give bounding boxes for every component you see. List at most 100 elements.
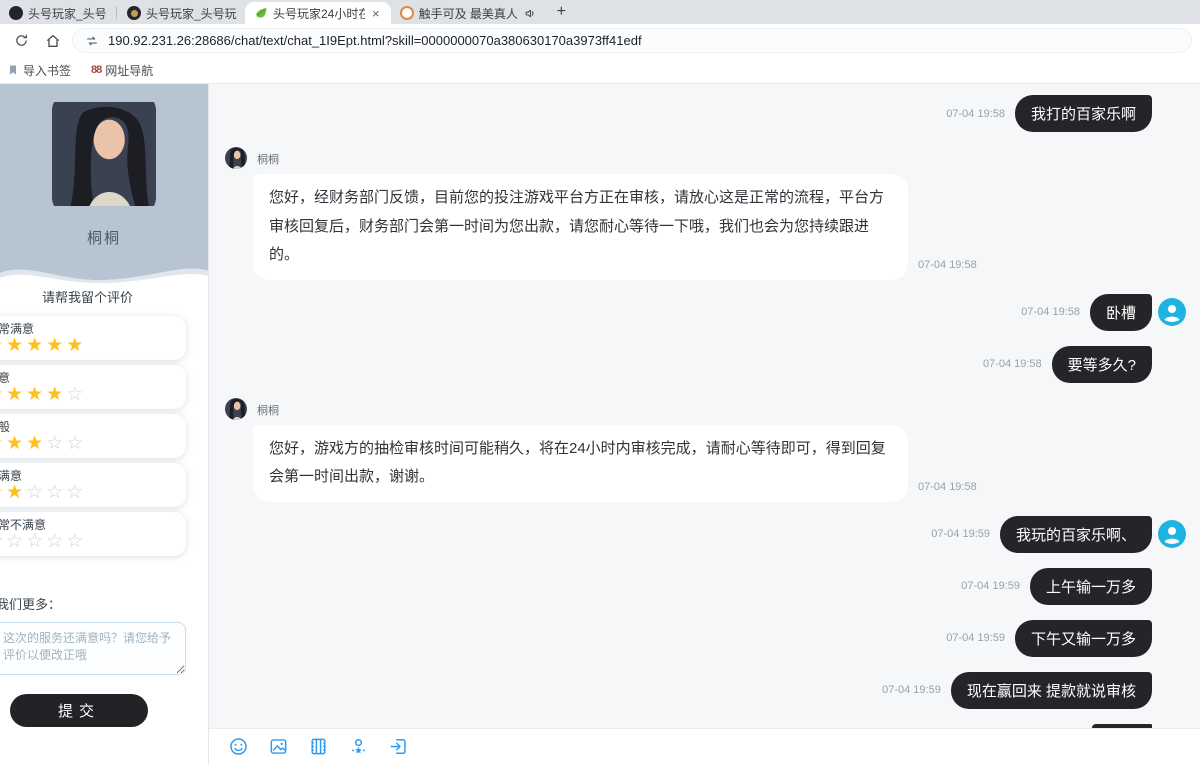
clipped-bubble (1092, 724, 1152, 728)
user-avatar-icon (1158, 520, 1186, 548)
bookmark-nav[interactable]: 88 网址导航 (91, 62, 153, 79)
bookmark-icon (7, 64, 19, 76)
chat-bubble-agent: 您好，游戏方的抽检审核时间可能稍久，将在24小时内审核完成，请耐心等待即可，得到… (253, 425, 908, 502)
nav-badge-icon: 88 (91, 64, 101, 76)
green-leaf-favicon-icon (254, 6, 268, 20)
browser-toolbar: 190.92.231.26:28686/chat/text/chat_1I9Ep… (0, 24, 1200, 57)
user-avatar-icon (1158, 298, 1186, 326)
star-icon[interactable]: ☆ (46, 531, 66, 552)
star-row: ★★☆☆☆ (0, 483, 186, 503)
timestamp: 07-04 19:58 (1021, 306, 1080, 318)
browser-chrome: 头号玩家_头号玩家游 头号玩家_头号玩家游 头号玩家24小时在 × 触手可及 最美真人 +… (0, 0, 1200, 84)
bookmarks-bar: 导入书签 88 网址导航 (0, 57, 1200, 84)
star-icon[interactable]: ★ (6, 335, 26, 356)
star-icon[interactable]: ☆ (46, 482, 66, 503)
browser-tab[interactable]: 头号玩家24小时在 × (245, 2, 391, 24)
timestamp: 07-04 19:59 (931, 528, 990, 540)
emoji-icon[interactable] (228, 736, 249, 757)
message-row-user: 07-04 19:58我打的百家乐啊 (209, 95, 1200, 132)
home-button[interactable] (40, 28, 66, 54)
bookmark-nav-label: 网址导航 (105, 62, 153, 79)
star-icon[interactable]: ★ (26, 433, 46, 454)
star-icon[interactable]: ☆ (26, 531, 46, 552)
message-row-user: 07-04 19:58要等多久? (209, 346, 1200, 383)
timestamp: 07-04 19:58 (983, 358, 1042, 370)
reload-button[interactable] (8, 28, 34, 54)
browser-tab[interactable]: 触手可及 最美真人 (391, 2, 546, 24)
message-group-agent: 桐桐您好，游戏方的抽检审核时间可能稍久，将在24小时内审核完成，请耐心等待即可，… (225, 398, 1200, 502)
star-icon[interactable]: ★ (6, 433, 26, 454)
star-icon[interactable]: ★ (26, 335, 46, 356)
star-icon[interactable]: ★ (46, 384, 66, 405)
star-row: ★★★★☆ (0, 385, 186, 405)
star-icon[interactable]: ☆ (66, 433, 86, 454)
star-icon[interactable]: ★ (6, 384, 26, 405)
star-icon[interactable]: ★ (26, 384, 46, 405)
star-icon[interactable]: ★ (66, 335, 86, 356)
chat-bubble-user: 上午输一万多 (1030, 568, 1152, 605)
agent-message-name: 桐桐 (257, 402, 977, 418)
agent-sidebar: 桐桐 请帮我留个评价 非常满意★★★★★满意★★★★☆一般★★★☆☆不满意★★☆… (0, 84, 209, 764)
agent-avatar-icon (225, 398, 247, 420)
browser-tab[interactable]: 头号玩家_头号玩家游 (118, 2, 245, 24)
chat-bubble-agent: 您好，经财务部门反馈，目前您的投注游戏平台方正在审核，请放心这是正常的流程，平台… (253, 174, 908, 280)
rating-card: 非常满意★★★★★ (0, 316, 186, 360)
chat-bubble-user: 卧槽 (1090, 294, 1152, 331)
tab-close-icon[interactable]: × (370, 6, 382, 21)
tab-title: 触手可及 最美真人 (419, 5, 519, 22)
message-scroll-area[interactable]: 07-04 19:58我打的百家乐啊桐桐您好，经财务部门反馈，目前您的投注游戏平… (209, 84, 1200, 728)
site-connection-icon (85, 34, 99, 48)
agent-profile: 桐桐 (0, 84, 208, 256)
agent-avatar-large (52, 94, 156, 214)
chat-toolbar (209, 728, 1200, 764)
chat-bubble-user: 下午又输一万多 (1015, 620, 1152, 657)
agent-name: 桐桐 (0, 227, 208, 248)
star-icon[interactable]: ☆ (66, 384, 86, 405)
agent-message-name: 桐桐 (257, 151, 977, 167)
reload-icon (14, 33, 29, 48)
rate-agent-icon[interactable] (348, 736, 369, 757)
star-icon[interactable]: ☆ (66, 482, 86, 503)
star-icon[interactable]: ★ (46, 335, 66, 356)
feedback-textarea[interactable] (0, 622, 186, 675)
video-icon[interactable] (308, 736, 329, 757)
browser-tab[interactable]: 头号玩家_头号玩家游 (0, 2, 115, 24)
bookmark-import[interactable]: 导入书签 (7, 62, 71, 79)
url-text: 190.92.231.26:28686/chat/text/chat_1I9Ep… (108, 33, 642, 48)
star-icon[interactable]: ☆ (46, 433, 66, 454)
timestamp: 07-04 19:58 (918, 481, 977, 493)
feedback-more-label: 我们更多： (0, 594, 208, 613)
star-icon[interactable]: ☆ (6, 531, 26, 552)
star-row: ★☆☆☆☆ (0, 532, 186, 552)
rating-title: 请帮我留个评价 (42, 287, 208, 306)
message-row-user: 07-04 19:59下午又输一万多 (209, 620, 1200, 657)
url-bar[interactable]: 190.92.231.26:28686/chat/text/chat_1I9Ep… (72, 28, 1192, 53)
message-row-user: 07-04 19:59 (209, 724, 1200, 729)
message-row-user: 07-04 19:59现在赢回来 提款就说审核 (209, 672, 1200, 709)
star-icon[interactable]: ☆ (66, 531, 86, 552)
orange-circle-favicon-icon (400, 6, 414, 20)
image-icon[interactable] (268, 736, 289, 757)
tab-title: 头号玩家_头号玩家游 (146, 5, 236, 22)
star-icon[interactable]: ★ (6, 482, 26, 503)
tab-title: 头号玩家24小时在 (273, 5, 365, 22)
star-row: ★★★★★ (0, 336, 186, 356)
new-tab-button[interactable]: + (546, 3, 577, 21)
message-row-user: 07-04 19:59上午输一万多 (209, 568, 1200, 605)
message-row-user: 07-04 19:59我玩的百家乐啊、 (209, 516, 1200, 553)
rating-card: 非常不满意★☆☆☆☆ (0, 512, 186, 556)
message-row-user: 07-04 19:58 卧槽 (209, 294, 1200, 331)
dark-circle-favicon-icon (9, 6, 23, 20)
wave-divider (0, 256, 209, 284)
tab-audio-icon[interactable] (524, 7, 537, 20)
home-icon (45, 33, 61, 49)
star-icon[interactable]: ☆ (26, 482, 46, 503)
tab-title: 头号玩家_头号玩家游 (28, 5, 106, 22)
exit-icon[interactable] (388, 736, 409, 757)
submit-button[interactable]: 提交 (10, 694, 148, 727)
timestamp: 07-04 19:58 (918, 259, 977, 271)
timestamp: 07-04 19:59 (882, 684, 941, 696)
agent-avatar-icon (225, 147, 247, 169)
message-group-agent: 桐桐您好，经财务部门反馈，目前您的投注游戏平台方正在审核，请放心这是正常的流程，… (225, 147, 1200, 280)
rating-card: 一般★★★☆☆ (0, 414, 186, 458)
